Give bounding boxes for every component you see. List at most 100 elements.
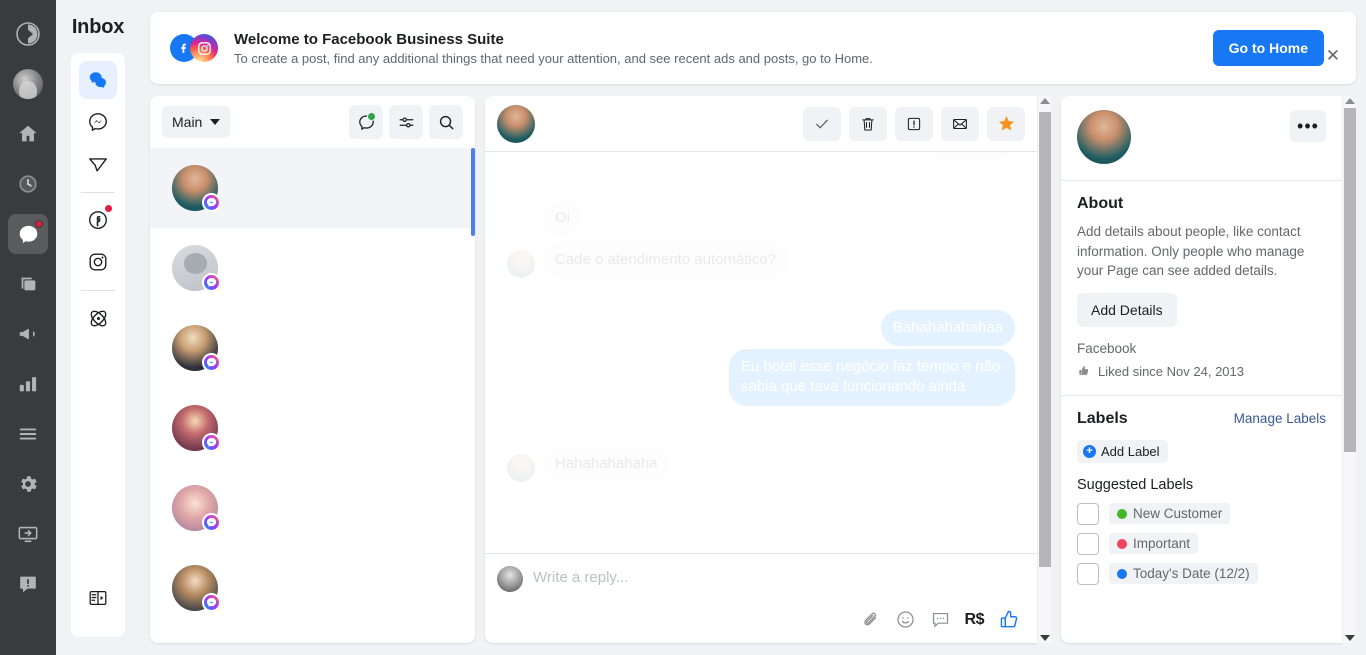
scroll-down-arrow-icon[interactable] xyxy=(1039,635,1050,641)
about-description: Add details about people, like contact i… xyxy=(1077,224,1305,279)
sidebar-item-automations[interactable] xyxy=(79,299,117,337)
message-row: Bahahahahahaa xyxy=(507,309,1015,346)
new-message-button[interactable] xyxy=(349,105,383,139)
ads-nav-item[interactable] xyxy=(8,314,48,354)
more-options-button[interactable]: ••• xyxy=(1290,110,1326,142)
scrollbar-thumb[interactable] xyxy=(471,148,475,236)
mark-done-button[interactable] xyxy=(803,106,841,141)
saved-replies-button[interactable] xyxy=(930,609,951,630)
conversation-1[interactable] xyxy=(150,148,475,228)
avatar xyxy=(507,453,535,482)
details-wrapper: ••• About Add details about people, like… xyxy=(1061,96,1356,643)
settings-nav-item[interactable] xyxy=(8,464,48,504)
sidebar-item-facebook[interactable] xyxy=(79,201,117,239)
collapse-panel-button[interactable] xyxy=(79,579,117,617)
delete-button[interactable] xyxy=(849,106,887,141)
like-button[interactable] xyxy=(998,608,1021,631)
business-suite-logo[interactable] xyxy=(8,14,48,54)
scrollbar-thumb[interactable] xyxy=(1344,108,1356,452)
recent-nav-item[interactable] xyxy=(8,164,48,204)
avatar xyxy=(172,165,221,212)
add-label-button[interactable]: + Add Label xyxy=(1077,439,1168,463)
thumbs-up-icon xyxy=(1079,366,1089,376)
label-color-dot xyxy=(1117,538,1127,549)
avatar xyxy=(507,249,535,278)
scrollbar-thumb[interactable] xyxy=(1039,112,1051,567)
details-header: ••• xyxy=(1061,96,1342,181)
conversation-3[interactable] xyxy=(150,308,475,388)
conversation-4[interactable] xyxy=(150,388,475,468)
conversation-list[interactable] xyxy=(150,148,475,643)
suggested-label-row: Important xyxy=(1077,532,1326,555)
thread-header xyxy=(485,96,1037,152)
posts-nav-item[interactable] xyxy=(8,264,48,304)
label-text: Important xyxy=(1133,536,1191,552)
currency-button[interactable]: R$ xyxy=(965,611,985,629)
scrollbar-track[interactable] xyxy=(1343,104,1356,635)
go-to-home-button[interactable]: Go to Home xyxy=(1212,30,1324,66)
app-root: Inbox Welcome to Facebook Business Suite… xyxy=(0,0,1366,655)
avatar[interactable] xyxy=(497,104,535,143)
about-platform: Facebook xyxy=(1077,340,1137,356)
label-checkbox-important[interactable] xyxy=(1077,532,1099,555)
profile-avatar[interactable] xyxy=(8,64,48,104)
avatar[interactable] xyxy=(1077,110,1131,164)
message-list[interactable]: Stop Chat Oi Cade o atendimento automáti… xyxy=(485,152,1037,553)
liked-since-text: Liked since Nov 24, 2013 xyxy=(1098,363,1244,379)
conversation-list-header: Main xyxy=(150,96,475,148)
inbox-filter-label: Main xyxy=(172,114,203,130)
conversation-list-scrollbar[interactable] xyxy=(471,148,475,643)
labels-header: Labels Manage Labels xyxy=(1077,410,1326,428)
plus-icon: + xyxy=(1083,444,1096,458)
label-new-customer[interactable]: New Customer xyxy=(1109,503,1231,525)
switch-account-nav-item[interactable] xyxy=(8,514,48,554)
avatar xyxy=(13,69,43,99)
contact-details-panel: ••• About Add details about people, like… xyxy=(1061,96,1342,643)
add-details-button[interactable]: Add Details xyxy=(1077,292,1177,327)
insights-nav-item[interactable] xyxy=(8,364,48,404)
inbox-filter-dropdown[interactable]: Main xyxy=(162,106,231,138)
conversation-2[interactable] xyxy=(150,228,475,308)
message-bubble: Cade o atendimento automático? xyxy=(543,241,788,278)
thread-scrollbar[interactable] xyxy=(1037,96,1051,643)
scrollbar-track[interactable] xyxy=(1038,104,1051,635)
sidebar-item-all-messages[interactable] xyxy=(79,61,117,99)
messenger-icon xyxy=(202,513,221,532)
message-row: Eu botei esse negócio faz tempo e não sa… xyxy=(507,349,1015,406)
banner-logos xyxy=(170,34,218,62)
close-icon[interactable]: ✕ xyxy=(1322,43,1344,68)
composer-top xyxy=(497,566,1021,592)
label-checkbox-todays-date[interactable] xyxy=(1077,562,1099,585)
mark-unread-button[interactable] xyxy=(941,106,979,141)
more-nav-item[interactable] xyxy=(8,414,48,454)
avatar xyxy=(172,485,221,532)
reply-input[interactable] xyxy=(531,566,1021,586)
message-row: Oi xyxy=(507,200,1015,237)
scroll-down-arrow-icon[interactable] xyxy=(1344,635,1355,641)
conversation-5[interactable] xyxy=(150,468,475,548)
feedback-nav-item[interactable] xyxy=(8,564,48,604)
messenger-icon xyxy=(202,593,221,612)
sidebar-item-instagram[interactable] xyxy=(79,243,117,281)
sidebar-item-messenger[interactable] xyxy=(79,103,117,141)
label-todays-date[interactable]: Today's Date (12/2) xyxy=(1109,563,1258,585)
sidebar-item-sent[interactable] xyxy=(79,145,117,183)
emoji-button[interactable] xyxy=(895,609,916,630)
inbox-nav-item[interactable] xyxy=(8,214,48,254)
follow-up-button[interactable] xyxy=(987,106,1025,141)
suggested-labels-heading: Suggested Labels xyxy=(1077,476,1194,493)
attach-file-button[interactable] xyxy=(861,610,881,630)
details-scrollbar[interactable] xyxy=(1342,96,1356,643)
conversation-list-panel: Main xyxy=(150,96,475,643)
mark-spam-button[interactable] xyxy=(895,106,933,141)
filter-button[interactable] xyxy=(389,105,423,139)
search-button[interactable] xyxy=(429,105,463,139)
home-nav-item[interactable] xyxy=(8,114,48,154)
add-label-text: Add Label xyxy=(1101,443,1160,459)
label-text: Today's Date (12/2) xyxy=(1133,566,1250,582)
conversation-6[interactable] xyxy=(150,548,475,628)
thread-wrapper: Stop Chat Oi Cade o atendimento automáti… xyxy=(485,96,1051,643)
label-checkbox-new-customer[interactable] xyxy=(1077,502,1099,525)
label-important[interactable]: Important xyxy=(1109,533,1199,555)
manage-labels-link[interactable]: Manage Labels xyxy=(1234,411,1326,426)
